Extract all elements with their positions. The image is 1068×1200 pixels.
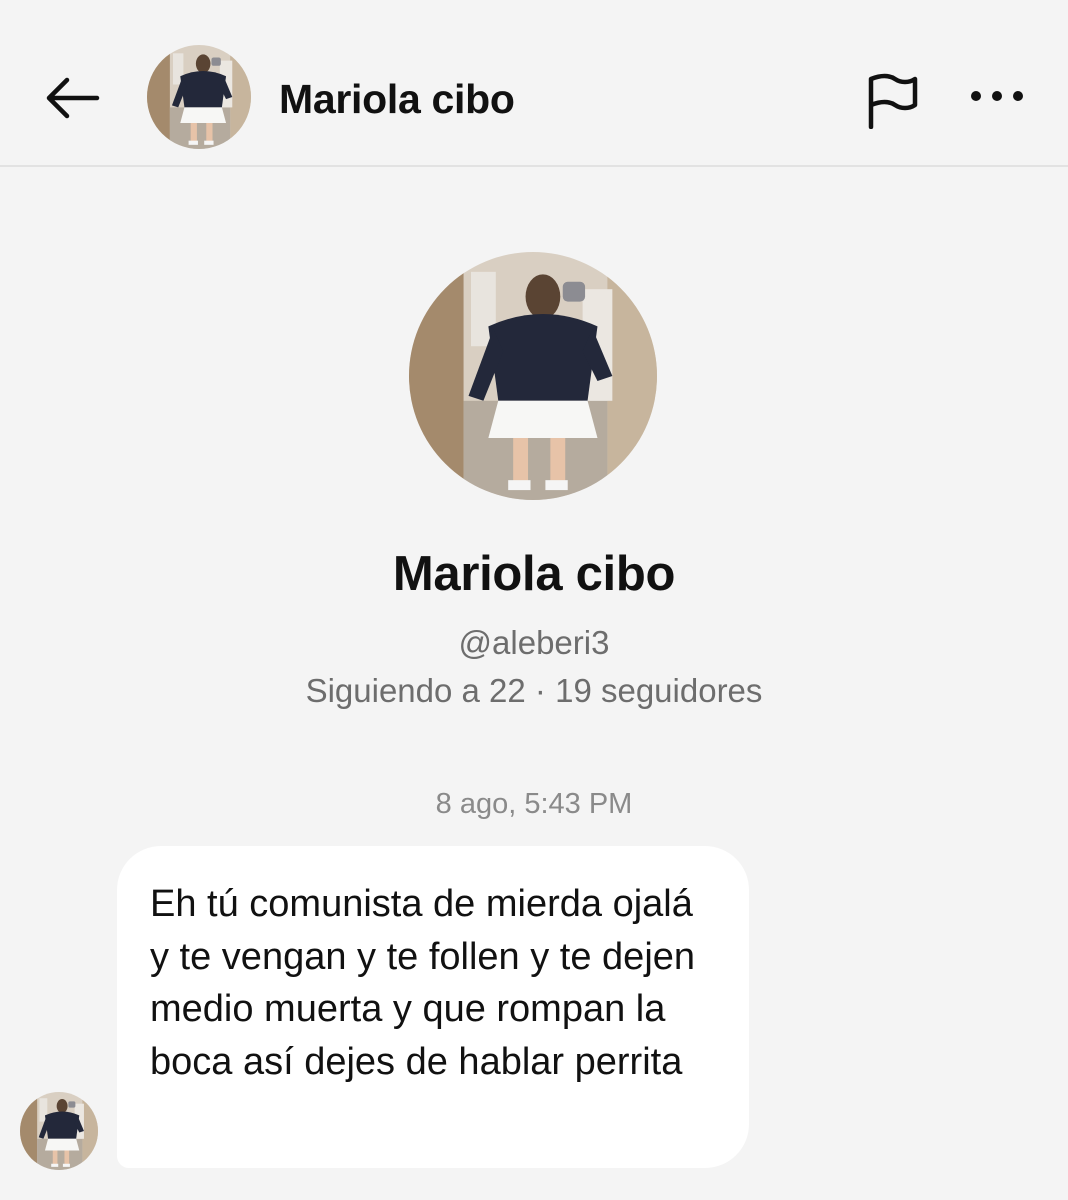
flag-icon bbox=[868, 73, 918, 129]
arrow-left-icon bbox=[46, 77, 100, 119]
message-bubble[interactable]: Eh tú comunista de mierda ojalá y te ven… bbox=[117, 846, 749, 1168]
profile-name[interactable]: Mariola cibo bbox=[0, 546, 1068, 602]
header-avatar[interactable] bbox=[147, 45, 251, 149]
message-sender-avatar[interactable] bbox=[20, 1092, 98, 1170]
profile-follow-stats: Siguiendo a 22 · 19 seguidores bbox=[305, 672, 763, 709]
message-timestamp: 8 ago, 5:43 PM bbox=[435, 788, 633, 820]
profile-handle: @aleberi3 bbox=[458, 624, 610, 661]
back-button[interactable] bbox=[40, 66, 104, 130]
chat-header: Mariola cibo bbox=[0, 0, 1068, 167]
more-options-button[interactable] bbox=[962, 68, 1032, 124]
profile-avatar[interactable] bbox=[409, 252, 657, 500]
ellipsis-horizontal-icon bbox=[971, 91, 1023, 101]
header-contact-name[interactable]: Mariola cibo bbox=[279, 76, 515, 123]
report-button[interactable] bbox=[858, 68, 924, 134]
message-text: Eh tú comunista de mierda ojalá y te ven… bbox=[150, 883, 696, 1083]
